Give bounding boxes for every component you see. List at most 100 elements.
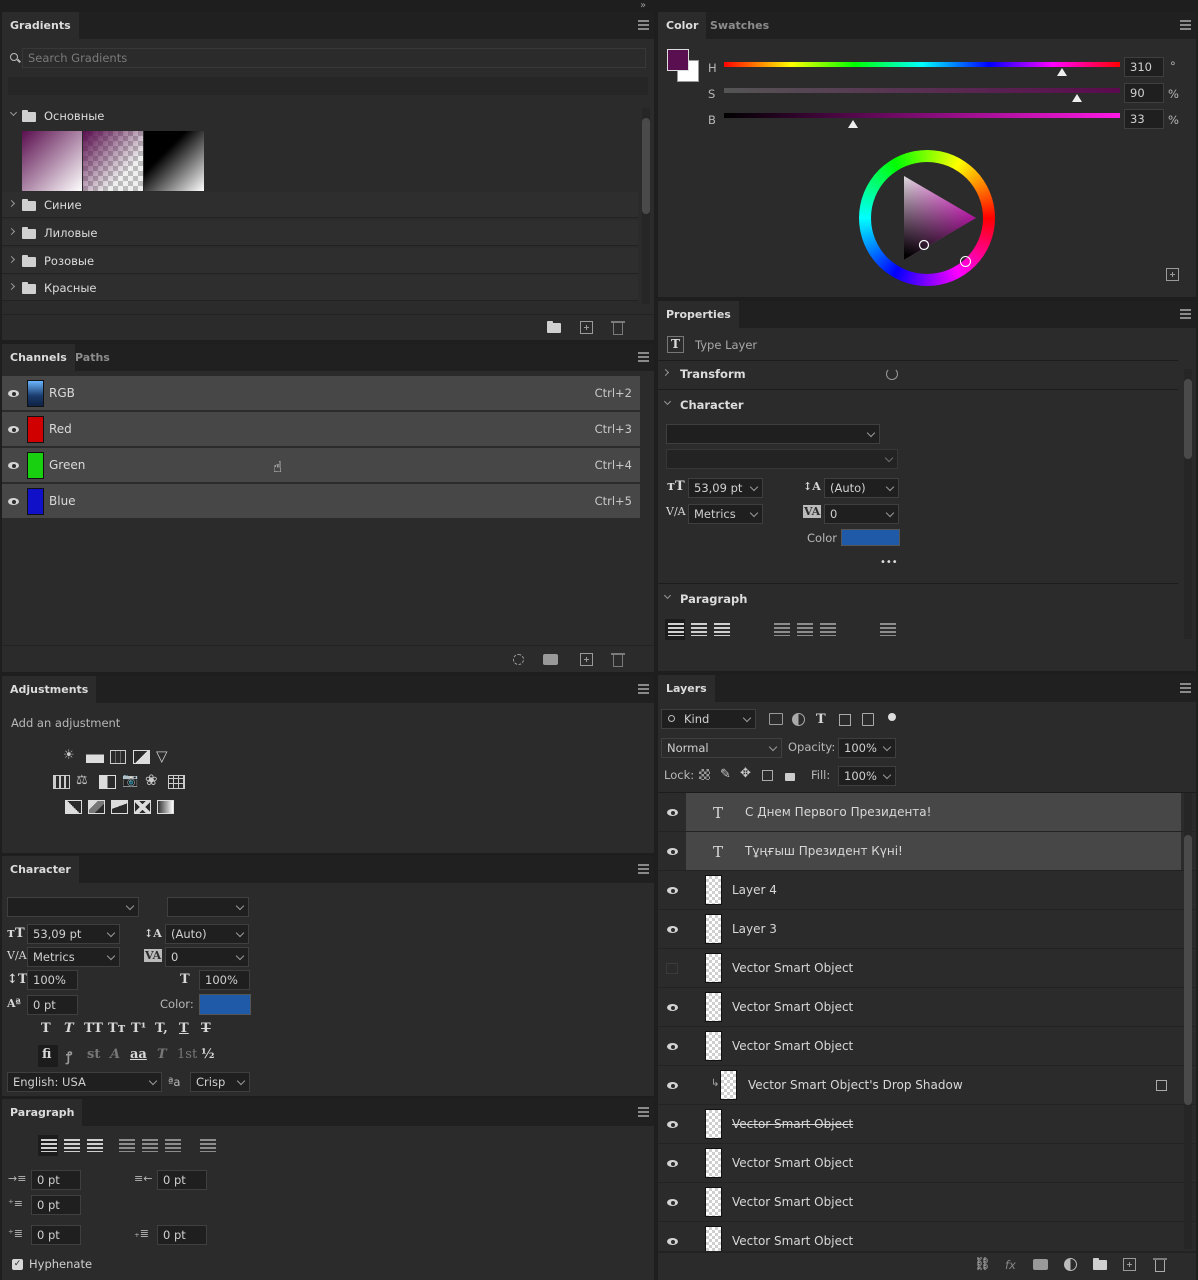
- visibility-eye-icon[interactable]: [667, 848, 678, 855]
- font-family-select[interactable]: [7, 897, 139, 917]
- gradient-group-pink[interactable]: Розовые: [2, 248, 638, 274]
- new-layer-icon[interactable]: [1123, 1258, 1136, 1271]
- tab-channels[interactable]: Channels: [2, 344, 75, 371]
- threshold-icon[interactable]: [111, 800, 128, 814]
- align-left-icon[interactable]: [668, 623, 684, 636]
- lock-all-icon[interactable]: [785, 773, 795, 781]
- lock-artboard-icon[interactable]: [762, 770, 773, 781]
- channel-row-red[interactable]: Red Ctrl+3: [2, 412, 640, 447]
- align-right-icon[interactable]: [714, 623, 730, 636]
- more-options-icon[interactable]: •••: [880, 557, 898, 568]
- text-color-swatch[interactable]: [199, 994, 251, 1015]
- gradient-swatch-purple-white[interactable]: [22, 131, 82, 191]
- save-selection-icon[interactable]: [543, 654, 558, 665]
- ordinals-icon[interactable]: 1st: [177, 1047, 197, 1062]
- visibility-eye-icon[interactable]: [667, 1199, 678, 1206]
- swash-icon[interactable]: A: [110, 1047, 120, 1062]
- panel-menu-icon[interactable]: [1180, 20, 1191, 30]
- ligatures-icon[interactable]: fi: [42, 1047, 51, 1062]
- posterize-icon[interactable]: [88, 800, 105, 814]
- visibility-eye-icon[interactable]: [8, 426, 19, 433]
- channel-row-green[interactable]: Green Ctrl+4: [2, 448, 640, 483]
- titling-alternates-icon[interactable]: T: [157, 1047, 167, 1062]
- visibility-eye-icon[interactable]: [667, 887, 678, 894]
- layer-row[interactable]: Vector Smart Object: [658, 1027, 1196, 1066]
- search-gradients-input[interactable]: Search Gradients: [22, 48, 646, 68]
- stylistic-alternates-icon[interactable]: aa: [130, 1047, 147, 1062]
- channel-mixer-icon[interactable]: ❀: [145, 773, 158, 788]
- tracking-input[interactable]: 0: [824, 504, 899, 524]
- visibility-eye-icon[interactable]: [8, 462, 19, 469]
- tab-adjustments[interactable]: Adjustments: [2, 676, 97, 703]
- panel-menu-icon[interactable]: [638, 352, 649, 362]
- superscript-icon[interactable]: T¹: [131, 1021, 146, 1036]
- panel-menu-icon[interactable]: [638, 20, 649, 30]
- layer-row[interactable]: Layer 3: [658, 910, 1196, 949]
- tab-properties[interactable]: Properties: [658, 301, 739, 328]
- justify-all-icon[interactable]: [880, 623, 896, 636]
- lock-transparent-icon[interactable]: [699, 769, 710, 780]
- brightness-slider-handle[interactable]: [848, 120, 858, 128]
- leading-input[interactable]: (Auto): [165, 924, 249, 944]
- color-balance-icon[interactable]: ⚖: [76, 774, 88, 788]
- hue-slider-handle[interactable]: [1057, 68, 1067, 76]
- hue-slider[interactable]: [724, 62, 1120, 67]
- exposure-icon[interactable]: [133, 750, 150, 764]
- tab-gradients[interactable]: Gradients: [2, 12, 79, 39]
- hue-saturation-icon[interactable]: [53, 775, 70, 789]
- layer-row[interactable]: T Тұңғыш Президент Күні!: [658, 832, 1196, 871]
- kerning-select[interactable]: Metrics: [27, 947, 120, 967]
- space-before-input[interactable]: 0 pt: [31, 1225, 81, 1245]
- underline-icon[interactable]: T: [179, 1021, 189, 1036]
- align-center-icon[interactable]: [691, 623, 707, 636]
- link-layers-icon[interactable]: ⛓: [974, 1258, 991, 1272]
- text-color-swatch[interactable]: [841, 529, 900, 546]
- discretionary-ligatures-icon[interactable]: st: [87, 1047, 100, 1062]
- tab-swatches[interactable]: Swatches: [702, 12, 777, 39]
- align-left-icon[interactable]: [41, 1139, 57, 1152]
- indent-left-input[interactable]: 0 pt: [31, 1170, 81, 1190]
- visibility-eye-icon[interactable]: [667, 926, 678, 933]
- visibility-eye-icon[interactable]: [667, 809, 678, 816]
- layer-row[interactable]: T С Днем Первого Президента!: [658, 793, 1196, 832]
- visibility-eye-icon[interactable]: [667, 1004, 678, 1011]
- gradients-scroll-thumb[interactable]: [642, 118, 650, 214]
- layer-row[interactable]: Vector Smart Object: [658, 949, 1196, 988]
- add-mask-icon[interactable]: [1033, 1259, 1048, 1270]
- indent-first-line-input[interactable]: 0 pt: [31, 1195, 81, 1215]
- new-group-icon[interactable]: [1093, 1258, 1107, 1270]
- visibility-eye-icon[interactable]: [667, 1121, 678, 1128]
- expand-icon[interactable]: [1166, 268, 1179, 281]
- selective-color-icon[interactable]: [134, 800, 151, 814]
- layer-row[interactable]: Vector Smart Object: [658, 1105, 1196, 1144]
- blend-mode-select[interactable]: Normal: [661, 738, 782, 758]
- tab-layers[interactable]: Layers: [658, 675, 715, 702]
- brightness-slider[interactable]: [724, 113, 1120, 118]
- visibility-eye-icon[interactable]: [667, 1082, 678, 1089]
- visibility-eye-icon[interactable]: [667, 1043, 678, 1050]
- visibility-eye-icon[interactable]: [8, 498, 19, 505]
- antialias-select[interactable]: Crisp: [190, 1072, 250, 1092]
- filter-type-icon[interactable]: T: [816, 712, 826, 727]
- language-select[interactable]: English: USA: [7, 1072, 162, 1092]
- channel-row-blue[interactable]: Blue Ctrl+5: [2, 484, 640, 519]
- filter-smart-object-icon[interactable]: [862, 713, 874, 726]
- fractions-icon[interactable]: ½: [201, 1047, 215, 1062]
- vibrance-icon[interactable]: ▽: [156, 749, 168, 764]
- visibility-eye-icon[interactable]: [667, 1238, 678, 1245]
- align-center-icon[interactable]: [64, 1139, 80, 1152]
- delete-layer-icon[interactable]: [1153, 1258, 1167, 1272]
- delete-channel-icon[interactable]: [611, 653, 625, 667]
- character-section[interactable]: Character: [680, 398, 744, 412]
- gradient-group-blue[interactable]: Синие: [2, 192, 638, 218]
- transform-section[interactable]: Transform: [680, 367, 746, 381]
- layer-row[interactable]: Layer 4: [658, 871, 1196, 910]
- subscript-icon[interactable]: T,: [155, 1021, 168, 1036]
- space-after-input[interactable]: 0 pt: [157, 1225, 207, 1245]
- filter-toggle-icon[interactable]: [888, 713, 896, 721]
- new-adjustment-layer-icon[interactable]: [1064, 1258, 1077, 1271]
- new-group-icon[interactable]: [547, 321, 561, 333]
- font-size-input[interactable]: 53,09 pt: [27, 924, 120, 944]
- gradient-group-lilac[interactable]: Лиловые: [2, 220, 638, 246]
- levels-icon[interactable]: [86, 751, 104, 763]
